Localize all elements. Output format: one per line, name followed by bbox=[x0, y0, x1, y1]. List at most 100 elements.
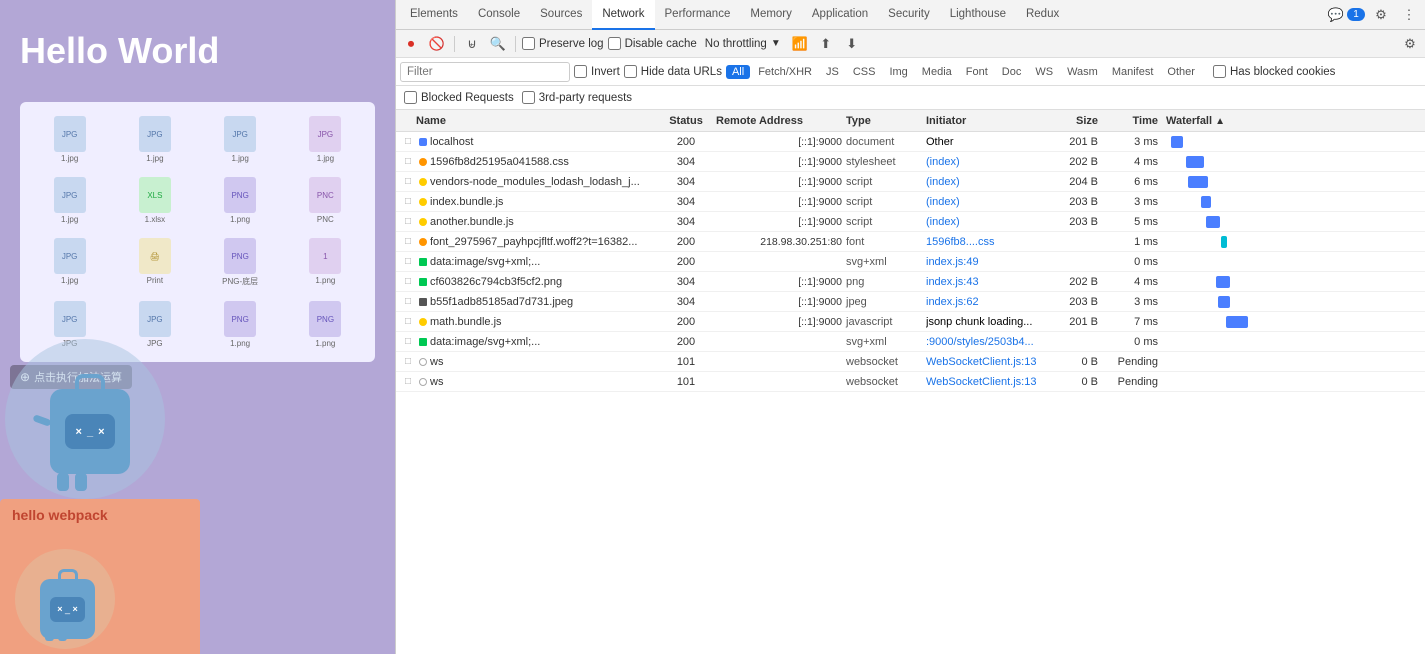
table-row[interactable]: □ ws 101 websocket WebSocketClient.js:13… bbox=[396, 372, 1425, 392]
tab-security[interactable]: Security bbox=[878, 0, 940, 30]
search-button[interactable]: 🔍 bbox=[487, 33, 509, 55]
row-indicator bbox=[416, 378, 430, 386]
table-row[interactable]: □ index.bundle.js 304 [::1]:9000 script … bbox=[396, 192, 1425, 212]
filter-icon-button[interactable]: ⊌ bbox=[461, 33, 483, 55]
list-item: JPG 1.jpg bbox=[286, 112, 365, 167]
table-row[interactable]: □ ws 101 websocket WebSocketClient.js:13… bbox=[396, 352, 1425, 372]
download-icon-button[interactable]: ⬇ bbox=[841, 33, 863, 55]
has-blocked-cookies-label[interactable]: Has blocked cookies bbox=[1213, 65, 1335, 78]
wifi-icon-button[interactable]: 📶 bbox=[789, 33, 811, 55]
invert-label[interactable]: Invert bbox=[574, 65, 620, 78]
row-name: another.bundle.js bbox=[430, 216, 656, 228]
table-row[interactable]: □ b55f1adb85185ad7d731.jpeg 304 [::1]:90… bbox=[396, 292, 1425, 312]
hide-data-urls-label[interactable]: Hide data URLs bbox=[624, 65, 722, 78]
row-name: data:image/svg+xml;... bbox=[430, 256, 656, 268]
third-party-checkbox[interactable] bbox=[522, 91, 535, 104]
preserve-log-checkbox[interactable] bbox=[522, 37, 535, 50]
row-name: font_2975967_payhpcjfltf.woff2?t=16382..… bbox=[430, 236, 656, 248]
initiator-link[interactable]: WebSocketClient.js:13 bbox=[926, 376, 1036, 388]
initiator-link[interactable]: 1596fb8....css bbox=[926, 236, 995, 248]
tab-redux[interactable]: Redux bbox=[1016, 0, 1069, 30]
initiator-link[interactable]: index.js:43 bbox=[926, 276, 979, 288]
filter-input[interactable] bbox=[400, 62, 570, 82]
filter-type-css[interactable]: CSS bbox=[847, 65, 882, 79]
table-row[interactable]: □ vendors-node_modules_lodash_lodash_j..… bbox=[396, 172, 1425, 192]
blocked-requests-checkbox[interactable] bbox=[404, 91, 417, 104]
tab-sources[interactable]: Sources bbox=[530, 0, 592, 30]
throttle-dropdown[interactable]: No throttling ▼ bbox=[701, 36, 785, 52]
filter-type-img[interactable]: Img bbox=[883, 65, 913, 79]
more-options-button[interactable]: ⋮ bbox=[1397, 3, 1421, 27]
waterfall-bar bbox=[1226, 316, 1248, 328]
row-indicator bbox=[416, 238, 430, 246]
initiator-link[interactable]: index.js:49 bbox=[926, 256, 979, 268]
filter-type-doc[interactable]: Doc bbox=[996, 65, 1028, 79]
filter-type-font[interactable]: Font bbox=[960, 65, 994, 79]
invert-checkbox[interactable] bbox=[574, 65, 587, 78]
row-status: 304 bbox=[656, 176, 716, 188]
col-header-size[interactable]: Size bbox=[1046, 115, 1106, 127]
table-row[interactable]: □ math.bundle.js 200 [::1]:9000 javascri… bbox=[396, 312, 1425, 332]
table-row[interactable]: □ font_2975967_payhpcjfltf.woff2?t=16382… bbox=[396, 232, 1425, 252]
table-row[interactable]: □ 1596fb8d25195a041588.css 304 [::1]:900… bbox=[396, 152, 1425, 172]
tab-lighthouse[interactable]: Lighthouse bbox=[940, 0, 1016, 30]
col-header-time[interactable]: Time bbox=[1106, 115, 1166, 127]
initiator-link[interactable]: index.js:62 bbox=[926, 296, 979, 308]
doc-indicator-icon bbox=[419, 138, 427, 146]
tab-memory[interactable]: Memory bbox=[740, 0, 802, 30]
col-header-status[interactable]: Status bbox=[656, 115, 716, 127]
filter-type-media[interactable]: Media bbox=[916, 65, 958, 79]
row-status: 101 bbox=[656, 356, 716, 368]
tab-network[interactable]: Network bbox=[592, 0, 654, 30]
table-row[interactable]: □ data:image/svg+xml;... 200 svg+xml :90… bbox=[396, 332, 1425, 352]
disable-cache-checkbox[interactable] bbox=[608, 37, 621, 50]
table-row[interactable]: □ another.bundle.js 304 [::1]:9000 scrip… bbox=[396, 212, 1425, 232]
row-checkbox: □ bbox=[400, 316, 416, 327]
initiator-link[interactable]: :9000/styles/2503b4... bbox=[926, 336, 1034, 348]
table-row[interactable]: □ data:image/svg+xml;... 200 svg+xml ind… bbox=[396, 252, 1425, 272]
list-item: JPG 1.jpg bbox=[201, 112, 280, 167]
initiator-link[interactable]: WebSocketClient.js:13 bbox=[926, 356, 1036, 368]
hide-data-urls-checkbox[interactable] bbox=[624, 65, 637, 78]
tab-performance[interactable]: Performance bbox=[655, 0, 741, 30]
col-header-name[interactable]: Name bbox=[396, 115, 656, 127]
filter-type-fetch-xhr[interactable]: Fetch/XHR bbox=[752, 65, 818, 79]
chevron-down-icon: ▼ bbox=[771, 38, 781, 49]
col-header-type[interactable]: Type bbox=[846, 115, 926, 127]
col-header-remote[interactable]: Remote Address bbox=[716, 115, 846, 127]
initiator-link[interactable]: (index) bbox=[926, 176, 960, 188]
filter-type-other[interactable]: Other bbox=[1161, 65, 1201, 79]
tab-console[interactable]: Console bbox=[468, 0, 530, 30]
row-waterfall bbox=[1166, 132, 1425, 151]
row-type: document bbox=[846, 136, 926, 148]
network-settings-button[interactable]: ⚙ bbox=[1399, 33, 1421, 55]
has-blocked-cookies-checkbox[interactable] bbox=[1213, 65, 1226, 78]
table-row[interactable]: □ cf603826c794cb3f5cf2.png 304 [::1]:900… bbox=[396, 272, 1425, 292]
clear-button[interactable]: 🚫 bbox=[426, 33, 448, 55]
initiator-link[interactable]: (index) bbox=[926, 196, 960, 208]
col-header-waterfall[interactable]: Waterfall ▲ bbox=[1166, 115, 1425, 127]
filter-type-manifest[interactable]: Manifest bbox=[1106, 65, 1160, 79]
record-button[interactable]: ⏺ bbox=[400, 33, 422, 55]
third-party-label[interactable]: 3rd-party requests bbox=[522, 91, 632, 104]
row-waterfall bbox=[1166, 252, 1425, 271]
disable-cache-label[interactable]: Disable cache bbox=[608, 37, 697, 50]
settings-gear-button[interactable]: ⚙ bbox=[1369, 3, 1393, 27]
row-waterfall bbox=[1166, 292, 1425, 311]
filter-type-all[interactable]: All bbox=[726, 65, 750, 79]
row-indicator bbox=[416, 178, 430, 186]
filter-type-js[interactable]: JS bbox=[820, 65, 845, 79]
preserve-log-label[interactable]: Preserve log bbox=[522, 37, 604, 50]
initiator-link[interactable]: (index) bbox=[926, 216, 960, 228]
table-row[interactable]: □ localhost 200 [::1]:9000 document Othe… bbox=[396, 132, 1425, 152]
row-type: svg+xml bbox=[846, 336, 926, 348]
filter-type-wasm[interactable]: Wasm bbox=[1061, 65, 1104, 79]
filter-type-ws[interactable]: WS bbox=[1029, 65, 1059, 79]
list-item: PNC PNC bbox=[286, 173, 365, 228]
tab-elements[interactable]: Elements bbox=[400, 0, 468, 30]
tab-application[interactable]: Application bbox=[802, 0, 878, 30]
blocked-requests-label[interactable]: Blocked Requests bbox=[404, 91, 514, 104]
initiator-link[interactable]: (index) bbox=[926, 156, 960, 168]
upload-icon-button[interactable]: ⬆ bbox=[815, 33, 837, 55]
col-header-initiator[interactable]: Initiator bbox=[926, 115, 1046, 127]
